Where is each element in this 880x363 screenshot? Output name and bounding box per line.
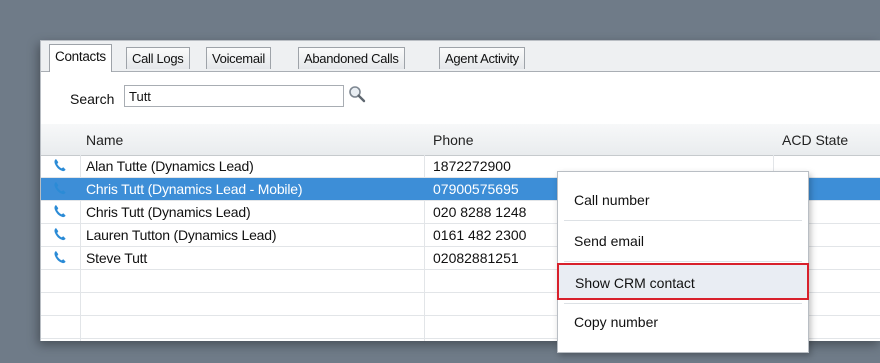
- contact-phone: 020 8288 1248: [433, 204, 527, 220]
- magnifier-icon[interactable]: [348, 85, 366, 103]
- tab-contacts[interactable]: Contacts: [49, 44, 112, 72]
- menu-divider: [564, 261, 802, 262]
- column-header-phone[interactable]: Phone: [433, 132, 473, 148]
- contact-phone: 0161 482 2300: [433, 227, 527, 243]
- tab-abandoned-calls[interactable]: Abandoned Calls: [298, 47, 405, 69]
- contact-name: Steve Tutt: [86, 250, 148, 266]
- search-bar: Search: [41, 72, 880, 122]
- menu-item-show-crm-contact[interactable]: Show CRM contact: [557, 263, 809, 300]
- contact-phone: 07900575695: [433, 181, 519, 197]
- tab-voicemail[interactable]: Voicemail: [206, 47, 271, 69]
- phone-handset-icon[interactable]: [53, 158, 67, 172]
- phone-handset-icon[interactable]: [53, 204, 67, 218]
- tab-agent-activity[interactable]: Agent Activity: [439, 47, 525, 69]
- search-input[interactable]: [124, 85, 344, 107]
- contact-name: Chris Tutt (Dynamics Lead - Mobile): [86, 181, 303, 197]
- menu-item-copy-number[interactable]: Copy number: [558, 304, 808, 341]
- search-label: Search: [70, 91, 115, 107]
- column-header-acd-state[interactable]: ACD State: [782, 132, 848, 148]
- menu-divider: [564, 220, 802, 221]
- menu-item-call-number[interactable]: Call number: [558, 182, 808, 219]
- phone-handset-icon[interactable]: [53, 227, 67, 241]
- contact-name: Chris Tutt (Dynamics Lead): [86, 204, 251, 220]
- tab-call-logs[interactable]: Call Logs: [126, 47, 190, 69]
- column-header-name[interactable]: Name: [86, 132, 123, 148]
- phone-handset-icon[interactable]: [53, 250, 67, 264]
- contact-phone: 1872272900: [433, 158, 511, 174]
- tab-bar: Contacts Call Logs Voicemail Abandoned C…: [41, 41, 880, 72]
- contact-phone: 02082881251: [433, 250, 519, 266]
- grid-header: Name Phone ACD State: [41, 124, 880, 156]
- menu-item-send-email[interactable]: Send email: [558, 223, 808, 260]
- contact-name: Alan Tutte (Dynamics Lead): [86, 158, 254, 174]
- phone-handset-icon[interactable]: [53, 181, 67, 195]
- contact-name: Lauren Tutton (Dynamics Lead): [86, 227, 277, 243]
- context-menu: Call number Send email Show CRM contact …: [557, 171, 809, 353]
